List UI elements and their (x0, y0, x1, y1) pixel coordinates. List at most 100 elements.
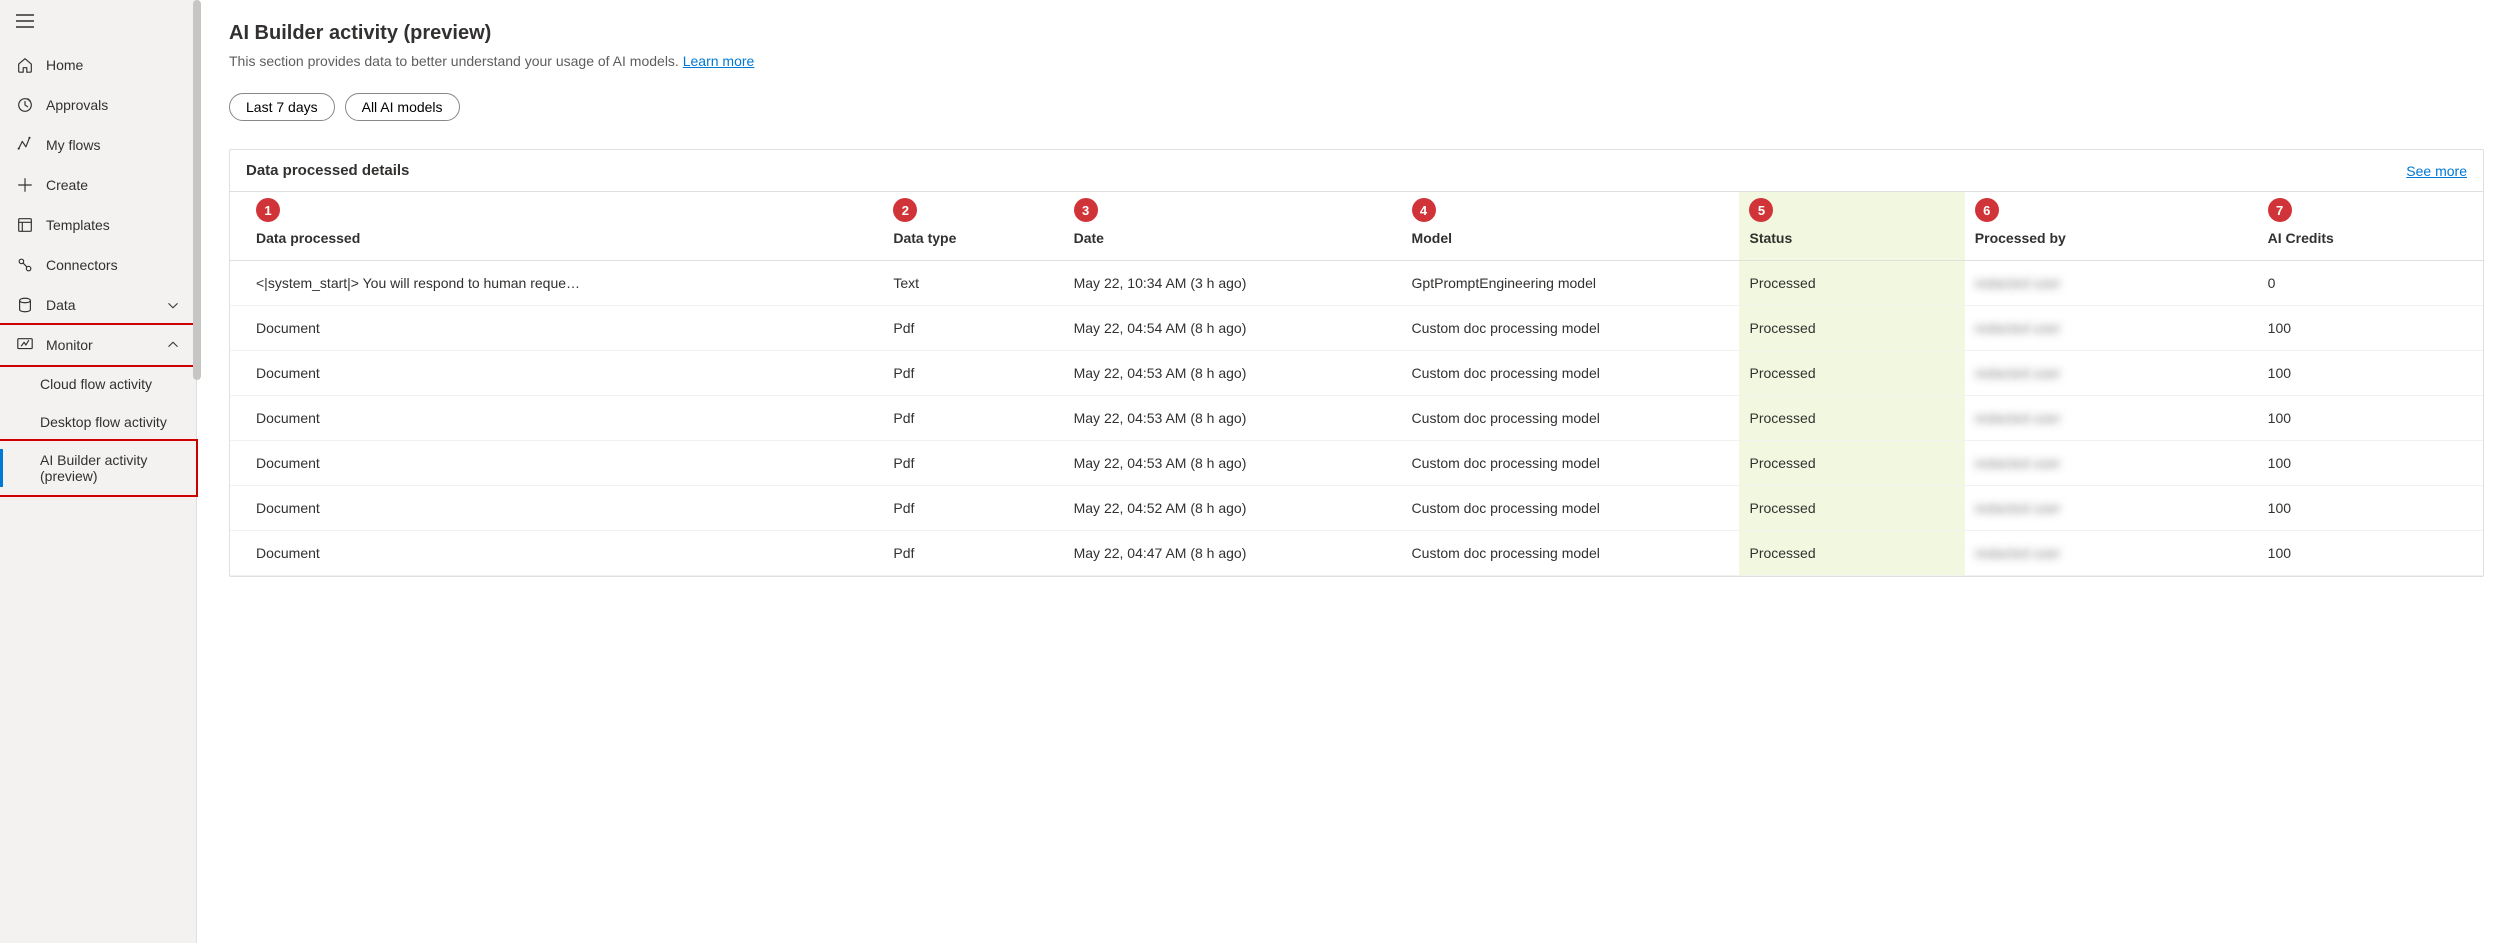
sidebar-item-label: Approvals (46, 97, 180, 113)
cell-processed-by: redacted user (1965, 261, 2258, 306)
column-header-status[interactable]: 5Status (1739, 192, 1964, 261)
cell-data-type: Text (883, 261, 1063, 306)
cell-model: Custom doc processing model (1402, 531, 1740, 576)
cell-data-processed: Document (230, 396, 883, 441)
cell-ai-credits: 100 (2258, 396, 2483, 441)
annotation-badge: 1 (256, 198, 280, 222)
cell-data-type: Pdf (883, 351, 1063, 396)
cell-model: Custom doc processing model (1402, 486, 1740, 531)
cell-status: Processed (1739, 486, 1964, 531)
sidebar-item-my-flows[interactable]: My flows (0, 125, 196, 165)
cell-date: May 22, 04:52 AM (8 h ago) (1064, 486, 1402, 531)
learn-more-link[interactable]: Learn more (683, 53, 755, 69)
data-icon (16, 296, 34, 314)
templates-icon (16, 216, 34, 234)
cell-ai-credits: 100 (2258, 486, 2483, 531)
cell-date: May 22, 04:54 AM (8 h ago) (1064, 306, 1402, 351)
main-content: AI Builder activity (preview) This secti… (197, 0, 2516, 943)
hamburger-icon (16, 14, 34, 28)
page-title: AI Builder activity (preview) (229, 22, 2484, 45)
sidebar-subitem-cloud-flow-activity[interactable]: Cloud flow activity (0, 365, 196, 403)
model-filter[interactable]: All AI models (345, 93, 460, 121)
cell-date: May 22, 04:47 AM (8 h ago) (1064, 531, 1402, 576)
table-row[interactable]: DocumentPdfMay 22, 04:53 AM (8 h ago)Cus… (230, 441, 2483, 486)
card-header: Data processed details See more (230, 150, 2483, 192)
annotation-badge: 6 (1975, 198, 1999, 222)
sidebar: Home Approvals My flows Create Templates Conn… (0, 0, 197, 943)
cell-ai-credits: 0 (2258, 261, 2483, 306)
column-header-data-type[interactable]: 2Data type (883, 192, 1063, 261)
approvals-icon (16, 96, 34, 114)
cell-ai-credits: 100 (2258, 441, 2483, 486)
sidebar-item-data[interactable]: Data (0, 285, 196, 325)
sidebar-item-label: Monitor (46, 337, 154, 353)
connectors-icon (16, 256, 34, 274)
sidebar-item-label: Connectors (46, 257, 180, 273)
see-more-link[interactable]: See more (2406, 163, 2467, 179)
scrollbar-thumb[interactable] (193, 0, 201, 380)
cell-processed-by: redacted user (1965, 441, 2258, 486)
plus-icon (16, 176, 34, 194)
column-header-ai-credits[interactable]: 7AI Credits (2258, 192, 2483, 261)
data-card: Data processed details See more 1Data pr… (229, 149, 2484, 577)
column-header-date[interactable]: 3Date (1064, 192, 1402, 261)
cell-date: May 22, 10:34 AM (3 h ago) (1064, 261, 1402, 306)
filter-row: Last 7 days All AI models (229, 93, 2484, 121)
cell-model: Custom doc processing model (1402, 306, 1740, 351)
sidebar-item-approvals[interactable]: Approvals (0, 85, 196, 125)
cell-model: Custom doc processing model (1402, 441, 1740, 486)
column-header-data-processed[interactable]: 1Data processed (230, 192, 883, 261)
page-subtitle: This section provides data to better und… (229, 53, 2484, 69)
cell-date: May 22, 04:53 AM (8 h ago) (1064, 351, 1402, 396)
cell-ai-credits: 100 (2258, 306, 2483, 351)
sidebar-item-templates[interactable]: Templates (0, 205, 196, 245)
sidebar-subitem-desktop-flow-activity[interactable]: Desktop flow activity (0, 403, 196, 441)
subtitle-text: This section provides data to better und… (229, 53, 683, 69)
date-range-filter[interactable]: Last 7 days (229, 93, 335, 121)
cell-data-type: Pdf (883, 396, 1063, 441)
table-row[interactable]: DocumentPdfMay 22, 04:52 AM (8 h ago)Cus… (230, 486, 2483, 531)
sidebar-item-connectors[interactable]: Connectors (0, 245, 196, 285)
annotation-badge: 4 (1412, 198, 1436, 222)
cell-model: Custom doc processing model (1402, 396, 1740, 441)
cell-ai-credits: 100 (2258, 531, 2483, 576)
cell-processed-by: redacted user (1965, 351, 2258, 396)
table-row[interactable]: <|system_start|> You will respond to hum… (230, 261, 2483, 306)
cell-ai-credits: 100 (2258, 351, 2483, 396)
table-row[interactable]: DocumentPdfMay 22, 04:47 AM (8 h ago)Cus… (230, 531, 2483, 576)
table-row[interactable]: DocumentPdfMay 22, 04:54 AM (8 h ago)Cus… (230, 306, 2483, 351)
cell-processed-by: redacted user (1965, 396, 2258, 441)
cell-data-processed: Document (230, 486, 883, 531)
sidebar-item-create[interactable]: Create (0, 165, 196, 205)
cell-data-processed: Document (230, 306, 883, 351)
cell-data-processed: <|system_start|> You will respond to hum… (230, 261, 883, 306)
cell-processed-by: redacted user (1965, 486, 2258, 531)
sidebar-item-label: Create (46, 177, 180, 193)
column-header-processed-by[interactable]: 6Processed by (1965, 192, 2258, 261)
sidebar-scrollbar[interactable] (192, 0, 202, 943)
cell-data-type: Pdf (883, 441, 1063, 486)
chevron-down-icon (166, 298, 180, 312)
sidebar-item-home[interactable]: Home (0, 45, 196, 85)
cell-status: Processed (1739, 261, 1964, 306)
cell-status: Processed (1739, 396, 1964, 441)
cell-data-type: Pdf (883, 306, 1063, 351)
sidebar-item-monitor[interactable]: Monitor (0, 323, 198, 367)
card-title: Data processed details (246, 162, 409, 179)
hamburger-button[interactable] (0, 0, 196, 45)
table-row[interactable]: DocumentPdfMay 22, 04:53 AM (8 h ago)Cus… (230, 396, 2483, 441)
column-header-model[interactable]: 4Model (1402, 192, 1740, 261)
cell-processed-by: redacted user (1965, 306, 2258, 351)
annotation-badge: 5 (1749, 198, 1773, 222)
sidebar-item-label: Templates (46, 217, 180, 233)
cell-status: Processed (1739, 441, 1964, 486)
cell-processed-by: redacted user (1965, 531, 2258, 576)
flows-icon (16, 136, 34, 154)
sidebar-subitem-ai-builder-activity-preview-[interactable]: AI Builder activity (preview) (0, 439, 198, 497)
monitor-icon (16, 336, 34, 354)
sidebar-item-label: Data (46, 297, 154, 313)
annotation-badge: 2 (893, 198, 917, 222)
cell-model: GptPromptEngineering model (1402, 261, 1740, 306)
table-row[interactable]: DocumentPdfMay 22, 04:53 AM (8 h ago)Cus… (230, 351, 2483, 396)
cell-status: Processed (1739, 351, 1964, 396)
